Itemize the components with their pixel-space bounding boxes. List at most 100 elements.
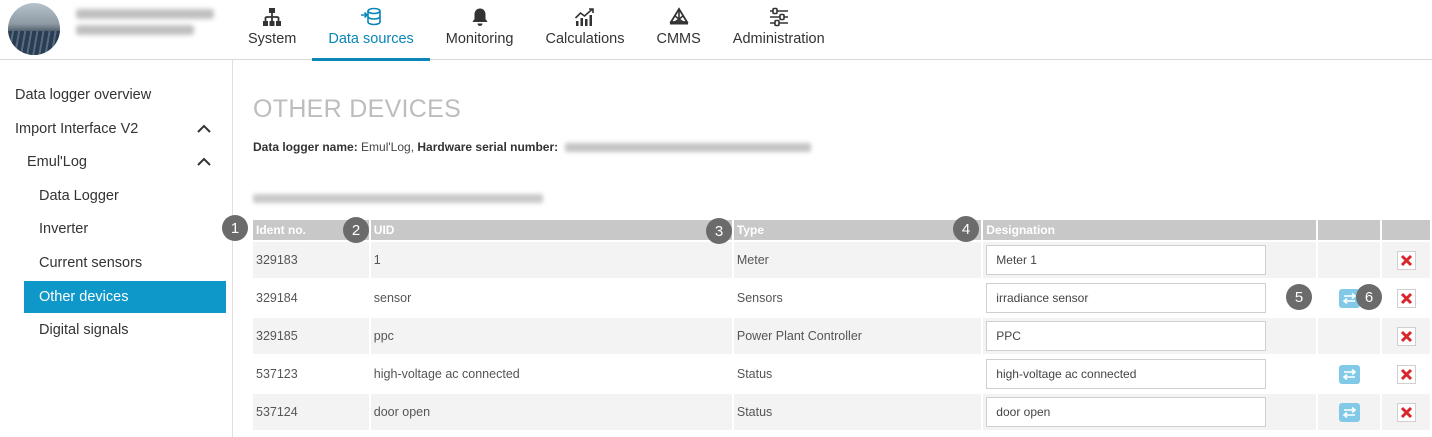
page-title: OTHER DEVICES	[253, 95, 462, 123]
col-designation[interactable]: Designation	[983, 220, 1317, 240]
table-row: 329185 ppc Power Plant Controller	[253, 318, 1430, 354]
sidebar-item-emullog[interactable]: Emul'Log	[0, 146, 232, 178]
table-row: 329183 1 Meter	[253, 242, 1430, 278]
ident-cell: 329183	[253, 242, 369, 278]
sidebar-item-inverter[interactable]: Inverter	[0, 213, 232, 245]
type-cell: Status	[733, 394, 982, 430]
col-uid[interactable]: UID	[370, 220, 732, 240]
swap-button[interactable]	[1338, 364, 1360, 384]
col-type[interactable]: Type	[733, 220, 982, 240]
swap-button[interactable]	[1338, 402, 1360, 422]
uid-cell: high-voltage ac connected	[373, 367, 520, 381]
main-nav: System Data sources Monitoring Calculati…	[232, 0, 841, 61]
swap-icon	[1342, 368, 1356, 380]
swap-icon	[1342, 406, 1356, 418]
logger-name: Emul'Log,	[361, 140, 415, 154]
nav-label: Calculations	[545, 31, 625, 47]
designation-input[interactable]	[986, 283, 1267, 313]
delete-button[interactable]	[1396, 326, 1416, 346]
nav-calculations[interactable]: Calculations	[529, 0, 640, 60]
delete-cell	[1382, 318, 1430, 354]
delete-cell	[1382, 242, 1430, 278]
tools-icon	[668, 6, 690, 28]
designation-cell	[983, 242, 1317, 278]
top-bar: System Data sources Monitoring Calculati…	[0, 0, 1432, 61]
designation-cell	[983, 280, 1316, 316]
delete-icon	[1400, 254, 1412, 266]
nav-system[interactable]: System	[232, 0, 312, 60]
type-cell: Status	[736, 367, 773, 381]
logger-name-label: Data logger name:	[253, 140, 358, 154]
delete-icon	[1400, 330, 1412, 342]
swap-cell	[1318, 394, 1381, 430]
swap-cell	[1318, 318, 1381, 354]
nav-label: Administration	[732, 31, 825, 47]
col-delete	[1382, 220, 1430, 240]
callout-badge: 3	[706, 218, 732, 244]
plant-avatar[interactable]	[8, 3, 60, 55]
callout-badge: 1	[222, 215, 248, 241]
sidebar-item-digital-signals[interactable]: Digital signals	[0, 314, 232, 346]
delete-cell	[1382, 280, 1430, 316]
ident-cell: 537123	[256, 367, 298, 381]
nav-data-sources[interactable]: Data sources	[312, 0, 431, 61]
delete-icon	[1400, 368, 1412, 380]
nav-administration[interactable]: Administration	[717, 0, 841, 60]
delete-button[interactable]	[1396, 250, 1416, 270]
bell-icon	[469, 6, 491, 28]
sidebar-item-current-sensors[interactable]: Current sensors	[0, 247, 232, 279]
designation-cell	[983, 356, 1316, 392]
sidebar-item-other-devices[interactable]: Other devices	[24, 281, 226, 313]
sliders-icon	[768, 6, 790, 28]
callout-badge: 4	[953, 216, 979, 242]
sidebar-item-label: Data Logger	[39, 188, 119, 204]
chevron-up-icon[interactable]	[196, 154, 212, 170]
designation-input[interactable]	[986, 397, 1267, 427]
ident-cell: 537124	[253, 394, 369, 430]
table-header-row: Ident no. UID Type Designation	[253, 220, 1430, 240]
table-row: 537123 high-voltage ac connected Status	[253, 356, 1430, 392]
callout-badge: 6	[1356, 284, 1382, 310]
callout-badge: 5	[1286, 284, 1312, 310]
sidebar-item-label: Inverter	[39, 221, 89, 237]
nav-label: Data sources	[328, 31, 414, 47]
delete-button[interactable]	[1396, 402, 1416, 422]
nav-label: System	[248, 31, 297, 47]
delete-cell	[1382, 356, 1430, 392]
sidebar-item-label: Other devices	[39, 289, 129, 305]
nav-monitoring[interactable]: Monitoring	[430, 0, 530, 60]
uid-cell: door open	[370, 394, 732, 430]
chart-icon	[574, 6, 596, 28]
designation-input[interactable]	[986, 245, 1267, 275]
sidebar-item-label: Digital signals	[39, 322, 129, 338]
designation-input[interactable]	[986, 359, 1267, 389]
col-swap	[1318, 220, 1381, 240]
sidebar-item-label: Emul'Log	[27, 154, 87, 170]
designation-cell	[983, 318, 1317, 354]
main-content: OTHER DEVICES Data logger name: Emul'Log…	[253, 60, 1432, 437]
nav-cmms[interactable]: CMMS	[640, 0, 716, 60]
chevron-up-icon[interactable]	[196, 121, 212, 137]
type-cell: Sensors	[736, 291, 783, 305]
logger-meta: Data logger name: Emul'Log, Hardware ser…	[253, 140, 812, 154]
sidebar-item-data-logger[interactable]: Data Logger	[0, 180, 232, 212]
designation-cell	[983, 394, 1317, 430]
delete-cell	[1382, 394, 1430, 430]
table-row: 537124 door open Status	[253, 394, 1430, 430]
delete-button[interactable]	[1396, 288, 1416, 308]
sidebar-item-import-interface[interactable]: Import Interface V2	[0, 113, 232, 145]
delete-button[interactable]	[1396, 364, 1416, 384]
sidebar-item-data-logger-overview[interactable]: Data logger overview	[0, 79, 232, 111]
uid-cell: 1	[370, 242, 732, 278]
uid-cell: ppc	[370, 318, 732, 354]
description-redacted	[253, 194, 543, 203]
site-name-redacted	[76, 9, 226, 41]
sidebar-item-label: Import Interface V2	[15, 121, 139, 137]
table-row: 329184 sensor Sensors	[253, 280, 1430, 316]
designation-input[interactable]	[986, 321, 1267, 351]
sitemap-icon	[261, 6, 283, 28]
sidebar: Data logger overview Import Interface V2…	[0, 60, 233, 437]
type-cell: Meter	[733, 242, 982, 278]
sidebar-item-label: Data logger overview	[15, 87, 152, 103]
ident-cell: 329185	[253, 318, 369, 354]
